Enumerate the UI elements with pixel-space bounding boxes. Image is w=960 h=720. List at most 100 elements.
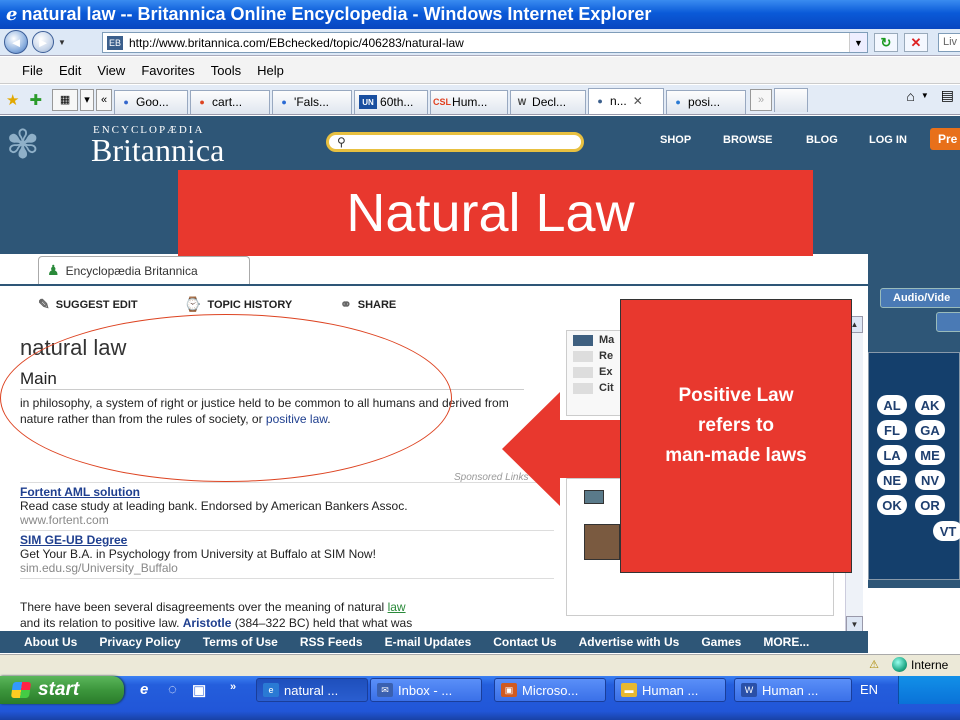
taskbar-item[interactable]: W Human ... [734,678,852,702]
taskbar-item[interactable]: ✉ Inbox - ... [370,678,482,702]
tab-7[interactable]: ● n... ✕ [588,87,665,114]
tab-list-dropdown-icon[interactable]: ▾ [80,88,95,111]
taskbar-item[interactable]: ▣ Microso... [494,678,606,702]
state-ak-button[interactable]: AK [915,395,945,415]
address-bar[interactable]: EB http://www.britannica.com/EBchecked/t… [102,32,868,53]
footer-more[interactable]: MORE... [763,635,809,649]
pencil-icon: ✎ [38,296,50,312]
share-label: SHARE [357,298,397,311]
ie-quicklaunch-icon[interactable]: e [140,681,148,698]
nav-blog[interactable]: BLOG [806,134,838,146]
add-favorite-icon[interactable]: ✚ [29,91,42,109]
language-indicator[interactable]: EN [860,682,878,697]
ad-title[interactable]: Fortent AML solution [20,485,554,499]
tab-4[interactable]: UN 60th... [354,89,429,114]
start-button[interactable]: start [0,676,124,704]
topic-history-button[interactable]: ⌚ TOPIC HISTORY [184,296,292,313]
footer-rss[interactable]: RSS Feeds [300,635,363,649]
thistle-logo-icon: ✾ [6,123,40,167]
site-search-input[interactable]: ⚲ [326,132,584,152]
tab-8[interactable]: ● posi... [666,89,747,114]
state-la-button[interactable]: LA [877,445,907,465]
tab-3[interactable]: ● 'Fals... [272,89,353,114]
quick-tabs-button[interactable]: ▦ [52,88,79,111]
home-icon[interactable]: ⌂ [906,88,914,104]
taskbar-item[interactable]: ▬ Human ... [614,678,726,702]
taskbar-item[interactable]: e natural ... [256,678,368,702]
state-fl-button[interactable]: FL [877,420,907,440]
body-text-a: There have been several disagreements ov… [20,600,388,614]
nav-item[interactable]: Ma [573,333,625,347]
nav-shop[interactable]: SHOP [660,134,691,146]
refresh-button[interactable]: ↻ [874,33,898,52]
history-dropdown-icon[interactable]: ▼ [58,38,66,47]
audio-video-button[interactable]: Audio/Vide [880,288,960,308]
state-al-button[interactable]: AL [877,395,907,415]
menu-view[interactable]: View [97,63,125,78]
menu-edit[interactable]: Edit [59,63,81,78]
ad-url[interactable]: www.fortent.com [20,513,554,527]
favorites-star-icon[interactable]: ★ [6,91,19,109]
tab-6[interactable]: W Decl... [510,89,587,114]
nav-browse[interactable]: BROWSE [723,134,773,146]
back-button[interactable]: ◄ [4,30,28,54]
desktop-quicklaunch-icon[interactable]: ▣ [192,681,206,699]
law-link[interactable]: law [388,600,406,614]
scroll-tabs-left-icon[interactable]: « [96,88,113,111]
scroll-tabs-right-icon[interactable]: » [750,88,773,111]
taskbar-item-label: Human ... [762,682,819,698]
nav-item[interactable]: Ex [573,365,625,379]
footer-about[interactable]: About Us [24,635,77,649]
security-zone[interactable]: Interne [892,657,948,672]
forward-button[interactable]: ► [32,31,54,53]
state-or-button[interactable]: OR [915,495,945,515]
menu-file[interactable]: File [22,63,43,78]
suggest-edit-button[interactable]: ✎ SUGGEST EDIT [38,296,138,313]
nav-item[interactable]: Re [573,349,625,363]
footer-contact[interactable]: Contact Us [493,635,556,649]
footer-terms[interactable]: Terms of Use [203,635,278,649]
menu-tools[interactable]: Tools [211,63,241,78]
footer-email[interactable]: E-mail Updates [385,635,472,649]
ad-url[interactable]: sim.edu.sg/University_Buffalo [20,561,554,575]
new-tab-button[interactable] [774,87,809,112]
stop-button[interactable]: ✕ [904,33,928,52]
menu-favorites[interactable]: Favorites [141,63,194,78]
aristotle-link[interactable]: Aristotle [183,616,232,630]
footer-games[interactable]: Games [701,635,741,649]
search-quicklaunch-icon[interactable]: ◌ [168,681,177,698]
state-me-button[interactable]: ME [915,445,945,465]
share-button[interactable]: ⚭ SHARE [340,296,396,313]
footer-privacy[interactable]: Privacy Policy [99,635,180,649]
window-title-bar[interactable]: e natural law -- Britannica Online Encyc… [0,0,960,29]
tab-1[interactable]: ● Goo... [114,89,189,114]
tab-label: posi... [688,95,721,109]
desktop-screen: e natural law -- Britannica Online Encyc… [0,0,960,720]
premium-button[interactable]: Pre [930,128,960,150]
suggest-edit-label: SUGGEST EDIT [55,298,138,311]
close-tab-icon[interactable]: ✕ [633,94,643,108]
nav-login[interactable]: LOG IN [869,134,907,146]
state-ok-button[interactable]: OK [877,495,907,515]
tab-2[interactable]: ● cart... [190,89,271,114]
state-vt-button[interactable]: VT [933,521,960,541]
protected-mode-icon: ⚠ [869,659,879,671]
encyclopaedia-tab[interactable]: ♟ Encyclopædia Britannica [38,256,250,284]
nav-item-label: Ma [599,334,615,346]
tab-5[interactable]: CSL Hum... [430,89,509,114]
state-nv-button[interactable]: NV [915,470,945,490]
state-ne-button[interactable]: NE [877,470,907,490]
menu-help[interactable]: Help [257,63,284,78]
logo-britannica[interactable]: Britannica [91,132,224,169]
quicklaunch-more-icon[interactable]: » [230,681,236,693]
britannica-icon: ● [597,96,603,106]
live-search-input[interactable]: Liv [938,33,960,52]
home-dropdown-icon[interactable]: ▼ [921,91,929,100]
footer-advertise[interactable]: Advertise with Us [579,635,680,649]
feeds-icon[interactable]: ▤ [941,87,954,104]
secondary-button[interactable] [936,312,960,332]
address-dropdown-icon[interactable]: ▼ [849,33,867,52]
ad-title[interactable]: SIM GE-UB Degree [20,533,554,547]
media-thumbnail[interactable] [584,524,620,560]
state-ga-button[interactable]: GA [915,420,945,440]
